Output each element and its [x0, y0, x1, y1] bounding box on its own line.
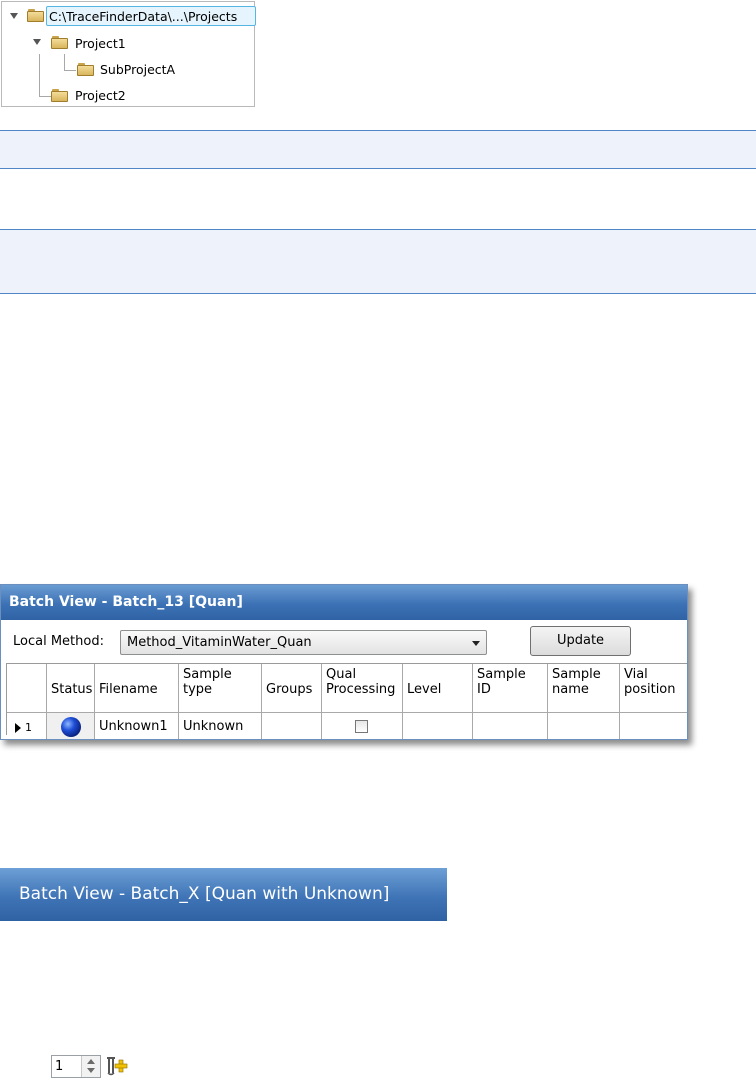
tree-item-project1[interactable]: Project1 [75, 36, 126, 51]
tree-connector [64, 54, 65, 70]
update-button[interactable]: Update [530, 626, 631, 656]
local-method-label: Local Method: [13, 634, 104, 649]
row-index: 1 [25, 721, 32, 734]
folder-icon [27, 9, 44, 22]
column-header-groups[interactable]: Groups [262, 664, 322, 713]
column-header-qual-processing[interactable]: Qual Processing [322, 664, 403, 713]
vial-position-cell[interactable] [620, 713, 687, 739]
stepper-down-icon[interactable] [87, 1068, 95, 1073]
column-header-vial-position[interactable]: Vial position [620, 664, 687, 713]
project-tree: C:\TraceFinderData\...\Projects Project1… [1, 1, 256, 107]
local-method-select[interactable]: Method_VitaminWater_Quan [120, 630, 487, 655]
sample-type-cell[interactable]: Unknown [179, 713, 262, 739]
tree-item-subprojecta[interactable]: SubProjectA [100, 62, 175, 77]
sample-count-value[interactable]: 1 [55, 1059, 63, 1074]
current-row-arrow-icon [15, 723, 21, 733]
batch-view-title: Batch View - Batch_13 [Quan] [1, 585, 687, 620]
tree-connector [39, 54, 40, 96]
chevron-down-icon[interactable] [472, 641, 480, 646]
table-divider [0, 229, 756, 230]
table-row [0, 130, 756, 168]
row-header[interactable]: 1 [7, 713, 47, 739]
column-header-sample-id[interactable]: Sample ID [473, 664, 548, 713]
grid-corner [7, 664, 47, 713]
table-divider [0, 293, 756, 294]
column-header-sample-type[interactable]: Sample type [179, 664, 262, 713]
stepper-up-icon[interactable] [87, 1059, 95, 1064]
tree-item-project2[interactable]: Project2 [75, 88, 126, 103]
add-sample-icon[interactable] [106, 1056, 128, 1076]
table-divider [0, 130, 756, 131]
groups-cell[interactable] [262, 713, 322, 739]
sample-name-cell[interactable] [548, 713, 620, 739]
column-header-sample-name[interactable]: Sample name [548, 664, 620, 713]
folder-icon [51, 36, 68, 49]
table-divider [0, 168, 756, 169]
batch-view-header-strip: Batch View - Batch_X [Quan with Unknown] [0, 868, 447, 921]
collapse-arrow-icon[interactable] [33, 39, 41, 45]
column-header-level[interactable]: Level [403, 664, 473, 713]
sample-id-cell[interactable] [473, 713, 548, 739]
column-header-filename[interactable]: Filename [95, 664, 179, 713]
column-header-status[interactable]: Status [47, 664, 95, 713]
folder-icon [77, 63, 94, 76]
tree-connector [64, 70, 76, 71]
qual-processing-checkbox[interactable] [355, 719, 368, 733]
tree-item-root[interactable]: C:\TraceFinderData\...\Projects [49, 9, 237, 24]
stepper-arrows[interactable] [81, 1056, 100, 1077]
collapse-arrow-icon[interactable] [10, 13, 18, 19]
batch-view-window: Batch View - Batch_13 [Quan] Local Metho… [0, 584, 688, 740]
batch-grid: Status Filename Sample type Groups Qual … [6, 663, 687, 739]
status-indicator-icon [60, 716, 81, 737]
sample-count-stepper[interactable]: 1 [51, 1055, 101, 1078]
qual-processing-cell[interactable] [322, 713, 403, 739]
table-row [0, 229, 756, 293]
local-method-value: Method_VitaminWater_Quan [127, 635, 312, 650]
status-cell[interactable] [47, 713, 95, 739]
folder-icon [51, 89, 68, 102]
level-cell[interactable] [403, 713, 473, 739]
filename-cell[interactable]: Unknown1 [95, 713, 179, 739]
